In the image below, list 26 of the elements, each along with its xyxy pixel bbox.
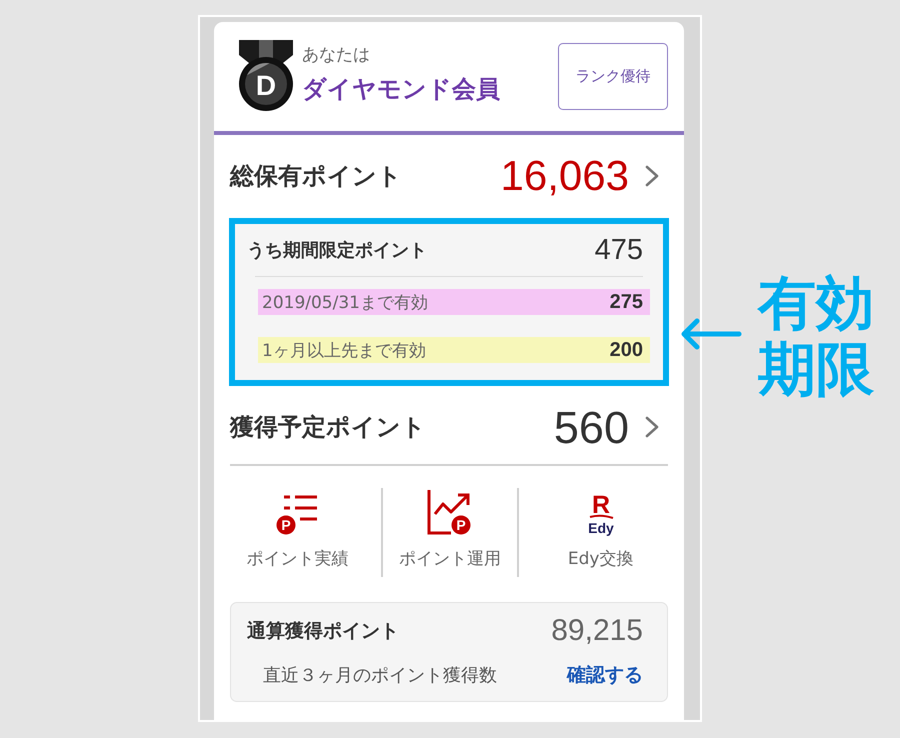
rank-caption: あなたは bbox=[302, 44, 371, 66]
pending-points-label: 獲得予定ポイント bbox=[230, 412, 426, 443]
annotation-label: 有効期限 bbox=[758, 270, 875, 402]
total-points-label: 総保有ポイント bbox=[230, 161, 402, 192]
expiry-value: 200 bbox=[610, 338, 643, 362]
shortcut-button[interactable]: P ポイント運用 bbox=[382, 488, 518, 577]
expiry-label: 2019/05/31まで有効 bbox=[262, 292, 428, 314]
limited-points-label: うち期間限定ポイント bbox=[247, 239, 427, 262]
lifetime-points-label: 通算獲得ポイント bbox=[247, 619, 399, 644]
confirm-link[interactable]: 確認する bbox=[567, 662, 643, 688]
rank-benefits-button[interactable]: ランク優待 bbox=[558, 43, 668, 110]
chevron-right-icon[interactable] bbox=[645, 165, 659, 187]
chevron-right-icon[interactable] bbox=[645, 416, 659, 438]
shortcut-button[interactable]: R Edy Edy交換 bbox=[519, 488, 668, 577]
edy-logo: R Edy bbox=[586, 492, 616, 536]
pending-points-value: 560 bbox=[554, 404, 629, 450]
expiry-value: 275 bbox=[610, 290, 643, 314]
rank-medal: D bbox=[238, 40, 294, 112]
limited-points-value: 475 bbox=[594, 234, 643, 266]
lifetime-points-value: 89,215 bbox=[551, 614, 643, 648]
expiry-label: 1ヶ月以上先まで有効 bbox=[262, 340, 426, 362]
total-points-value: 16,063 bbox=[500, 155, 629, 197]
rank-name: ダイヤモンド会員 bbox=[302, 74, 500, 105]
shortcut-button[interactable]: P ポイント実績 bbox=[230, 488, 381, 577]
recent-points-note: 直近３ヶ月のポイント獲得数 bbox=[263, 664, 497, 687]
annotation-arrow bbox=[680, 318, 742, 350]
